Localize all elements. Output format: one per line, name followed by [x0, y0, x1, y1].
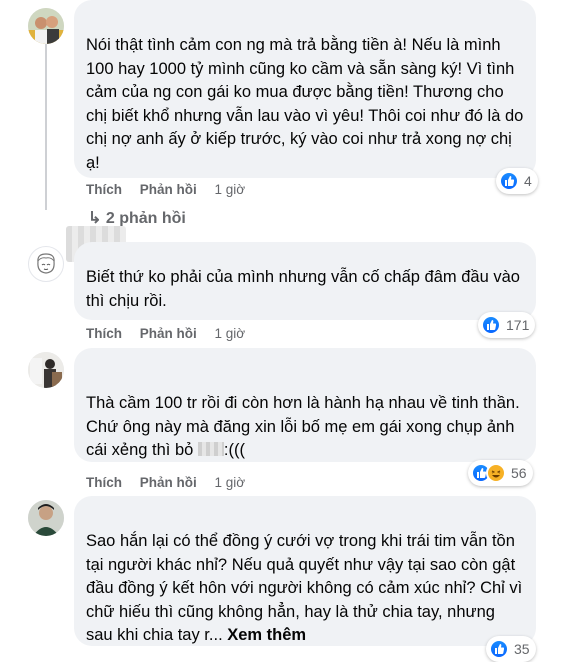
comment-text: Sao hắn lại có thể đồng ý cưới vợ trong … [86, 530, 524, 648]
like-reaction-icon [489, 639, 509, 659]
reaction-count: 171 [506, 317, 530, 333]
like-button[interactable]: Thích [86, 326, 122, 341]
like-reaction-icon [481, 315, 501, 335]
reaction-summary[interactable]: 171 [478, 312, 536, 338]
comment-text-part: :((( [223, 441, 245, 459]
avatar[interactable] [28, 352, 64, 388]
view-replies-link[interactable]: ↳ 2 phản hồi [88, 208, 186, 228]
reply-arrow-icon: ↳ [88, 210, 102, 227]
thread-line [45, 42, 47, 210]
comment-text-part: Thà cầm 100 tr rồi đi còn hơn là hành hạ… [86, 394, 520, 459]
avatar[interactable] [28, 246, 64, 282]
timestamp[interactable]: 1 giờ [215, 475, 246, 490]
like-button[interactable]: Thích [86, 182, 122, 197]
like-button[interactable]: Thích [86, 475, 122, 490]
reply-button[interactable]: Phản hồi [140, 182, 197, 197]
see-more-link[interactable]: Xem thêm [227, 626, 306, 644]
comment-text: Thà cầm 100 tr rồi đi còn hơn là hành hạ… [86, 392, 524, 463]
comment-actions: Thích Phản hồi 1 giờ [86, 326, 259, 341]
like-reaction-icon [499, 171, 519, 191]
timestamp[interactable]: 1 giờ [215, 326, 246, 341]
reply-button[interactable]: Phản hồi [140, 475, 197, 490]
reaction-summary[interactable]: 56 [468, 460, 533, 486]
reaction-summary[interactable]: 4 [496, 168, 538, 194]
replies-count: 2 phản hồi [105, 210, 186, 227]
reply-button[interactable]: Phản hồi [140, 326, 197, 341]
reaction-count: 56 [511, 465, 527, 481]
comment-actions: Thích Phản hồi 1 giờ [86, 475, 259, 490]
reaction-count: 4 [524, 173, 532, 189]
reaction-count: 35 [514, 641, 530, 657]
timestamp[interactable]: 1 giờ [215, 182, 246, 197]
comment-bubble: Sao hắn lại có thể đồng ý cưới vợ trong … [74, 496, 536, 646]
haha-reaction-icon [486, 463, 506, 483]
comment-text: Nói thật tình cảm con ng mà trả bằng tiề… [86, 36, 524, 172]
comment-text: Biết thứ ko phải của mình nhưng vẫn cố c… [86, 268, 520, 310]
avatar[interactable] [28, 500, 64, 536]
avatar[interactable] [28, 8, 64, 44]
comment-actions: Thích Phản hồi 1 giờ [86, 182, 259, 197]
comment-bubble: Biết thứ ko phải của mình nhưng vẫn cố c… [74, 242, 536, 320]
redacted-word [197, 442, 224, 456]
comment-bubble: Nói thật tình cảm con ng mà trả bằng tiề… [74, 0, 536, 178]
comment-bubble: Thà cầm 100 tr rồi đi còn hơn là hành hạ… [74, 348, 536, 462]
reaction-summary[interactable]: 35 [486, 636, 536, 662]
